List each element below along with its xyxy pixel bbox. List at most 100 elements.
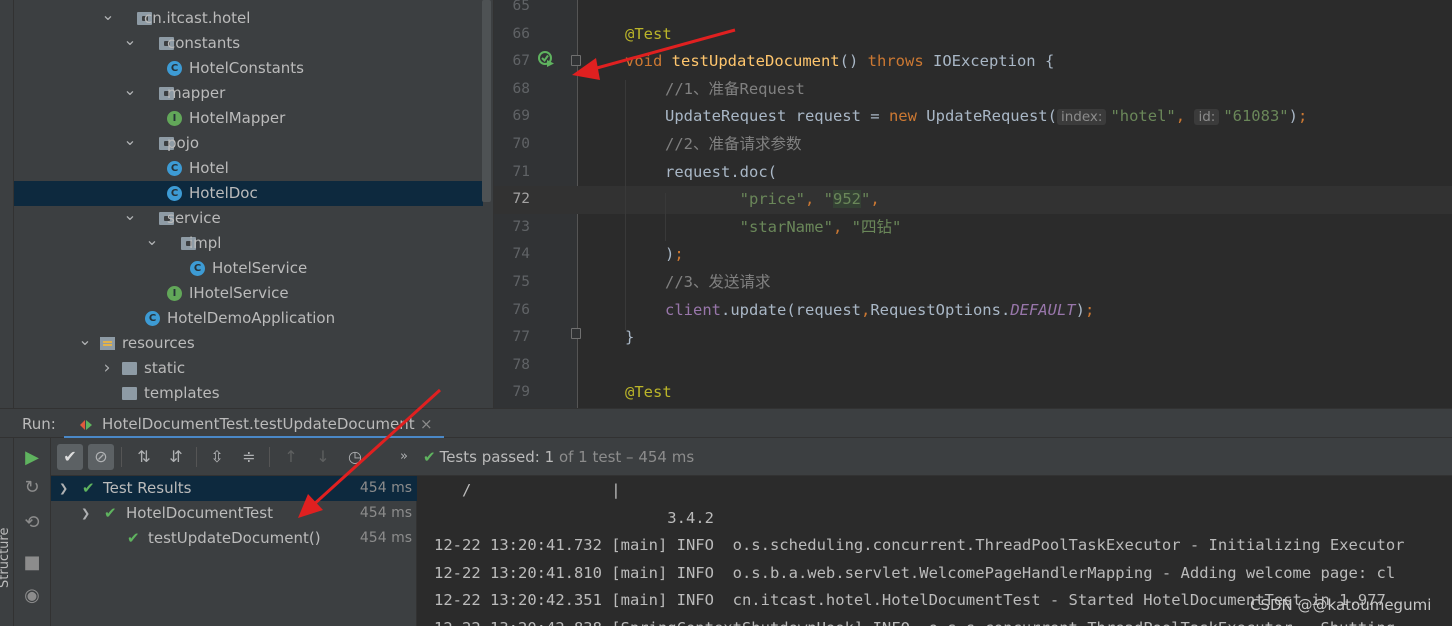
chevron-right-icon[interactable]: ›: [100, 356, 114, 381]
line-number: 66: [512, 25, 530, 42]
code-text: "starName", "四钻": [665, 214, 902, 242]
code-line: 67 void testUpdateDocument() throws IOExc…: [494, 48, 1452, 76]
indent-guide: [665, 193, 666, 241]
show-passed-icon[interactable]: ✔: [57, 444, 83, 470]
chevron-down-icon[interactable]: ⌄: [123, 27, 137, 52]
tree-item-hotelconstants[interactable]: C HotelConstants: [14, 56, 483, 81]
tree-item-templates[interactable]: templates: [14, 381, 483, 406]
code-token: ): [665, 245, 675, 264]
test-method-node[interactable]: ✔ testUpdateDocument() 454 ms: [51, 526, 417, 551]
show-ignored-icon[interactable]: ⊘: [88, 444, 114, 470]
tree-scrollbar[interactable]: [482, 0, 491, 202]
test-duration: 454 ms: [359, 480, 412, 496]
console-line: / |: [434, 481, 621, 499]
tree-item-ihotelservice[interactable]: I IHotelService: [14, 281, 483, 306]
passed-check-icon: ✔: [127, 529, 140, 547]
code-token: ": [823, 190, 833, 209]
code-line: 76 client.update(request,RequestOptions.D…: [494, 297, 1452, 325]
tree-item-hotel[interactable]: C Hotel: [14, 156, 483, 181]
run-side-toolbar: ▶ ↻ ⟲ ■ ◉: [14, 438, 51, 626]
run-test-gutter-icon[interactable]: [538, 51, 554, 67]
tree-item-static[interactable]: › static: [14, 356, 483, 381]
code-token: void: [625, 52, 672, 71]
project-tree-panel: ⌄ cn.itcast.hotel ⌄ constants C HotelConstant…: [0, 0, 493, 408]
tree-item-hotelmapper[interactable]: I HotelMapper: [14, 106, 483, 131]
camera-icon[interactable]: ◉: [19, 583, 45, 609]
close-tab-icon[interactable]: ×: [420, 409, 433, 439]
chevron-down-icon[interactable]: ⌄: [78, 327, 92, 352]
sort-by-duration-icon[interactable]: ⇵: [163, 444, 189, 470]
expand-all-icon[interactable]: ⇳: [204, 444, 230, 470]
rerun-failed-icon[interactable]: ↻: [19, 475, 45, 501]
indent-guide: [625, 80, 626, 330]
stop-icon[interactable]: ■: [19, 550, 45, 576]
rerun-icon[interactable]: ▶: [19, 445, 45, 471]
tree-item-label: mapper: [167, 84, 226, 102]
code-token: ;: [674, 245, 684, 264]
run-tab[interactable]: HotelDocumentTest.testUpdateDocument ×: [64, 409, 444, 439]
collapse-all-icon[interactable]: ≑: [236, 444, 262, 470]
code-token: (): [839, 52, 868, 71]
code-line: 74);: [494, 241, 1452, 269]
code-token: ;: [1297, 107, 1308, 126]
fold-marker-icon[interactable]: [571, 55, 581, 66]
previous-failed-icon[interactable]: ↑: [278, 444, 304, 470]
tree-item-hoteldoc[interactable]: C HotelDoc: [14, 181, 483, 206]
tests-passed-icon: ✔: [423, 448, 436, 466]
left-tool-strip: Structure: [0, 438, 14, 626]
line-number: 78: [512, 356, 530, 373]
fold-marker-icon[interactable]: [571, 328, 581, 339]
resources-folder-icon: [100, 337, 115, 350]
code-text: //1、准备Request: [665, 76, 805, 104]
structure-tool-label[interactable]: Structure: [0, 528, 12, 588]
tree-left-stripe: [0, 0, 14, 408]
code-text: "price", "952",: [665, 186, 880, 214]
code-token: .update(request: [721, 300, 861, 319]
toolbar-separator: [121, 447, 122, 467]
console-line: 3.4.2: [434, 508, 714, 527]
tree-item-pojo[interactable]: ⌄ pojo: [14, 130, 483, 156]
toolbar-separator: [196, 447, 197, 467]
code-token: //3、发送请求: [665, 273, 771, 291]
chevron-down-icon[interactable]: ⌄: [123, 202, 137, 227]
test-node-label: Test Results: [103, 479, 192, 497]
sort-alphabetically-icon[interactable]: ⇅: [131, 444, 157, 470]
test-class-node[interactable]: ❯ ✔ HotelDocumentTest 454 ms: [51, 501, 417, 526]
tree-item-service[interactable]: ⌄ service: [14, 205, 483, 231]
toggle-auto-test-icon[interactable]: ⟲: [19, 510, 45, 536]
tree-item-cn-itcast-hotel[interactable]: ⌄ cn.itcast.hotel: [14, 5, 483, 31]
chevron-down-icon[interactable]: ❯: [59, 476, 68, 501]
code-token: //1、准备Request: [665, 79, 805, 98]
code-text: client.update(request,RequestOptions.DEF…: [665, 297, 1094, 325]
next-failed-icon[interactable]: ↓: [310, 444, 336, 470]
tree-item-label: impl: [189, 234, 222, 252]
chevron-down-icon[interactable]: ⌄: [123, 77, 137, 102]
class-icon: C: [167, 61, 182, 76]
chevron-down-icon[interactable]: ⌄: [123, 127, 137, 152]
status-prefix: Tests passed:: [439, 448, 545, 466]
tree-item-label: Hotel: [189, 159, 229, 177]
test-results-root[interactable]: ❯ ✔ Test Results 454 ms: [51, 476, 417, 501]
tree-item-constants[interactable]: ⌄ constants: [14, 30, 483, 56]
test-history-icon[interactable]: ◷: [342, 444, 368, 470]
run-label: Run:: [22, 415, 56, 433]
run-tool-window-header: Run: HotelDocumentTest.testUpdateDocumen…: [0, 408, 1452, 439]
tree-item-impl[interactable]: ⌄ impl: [14, 230, 483, 256]
tree-item-resources[interactable]: ⌄ resources: [14, 330, 483, 356]
tree-item-mapper[interactable]: ⌄ mapper: [14, 80, 483, 106]
class-icon: C: [190, 261, 205, 276]
code-editor[interactable]: 65 66 @Test 67 void testUpdateDocument() thr…: [493, 0, 1452, 408]
tree-item-label: cn.itcast.hotel: [144, 9, 251, 27]
chevron-down-icon[interactable]: ❯: [81, 501, 90, 526]
code-token: ,: [832, 217, 852, 236]
code-line: 66 @Test: [494, 21, 1452, 49]
code-text: UpdateRequest request = new UpdateReques…: [665, 103, 1307, 132]
code-token: RequestOptions.: [870, 300, 1011, 319]
chevron-down-icon[interactable]: ⌄: [101, 2, 115, 27]
code-text: void testUpdateDocument() throws IOExcep…: [625, 48, 1054, 76]
chevron-down-icon[interactable]: ⌄: [145, 227, 159, 252]
code-token: ;: [1084, 300, 1095, 319]
more-actions-icon[interactable]: »: [391, 444, 417, 470]
csdn-watermark: CSDN @@katoumegumi: [1250, 596, 1432, 614]
tree-item-hotelservice[interactable]: C HotelService: [14, 256, 483, 281]
